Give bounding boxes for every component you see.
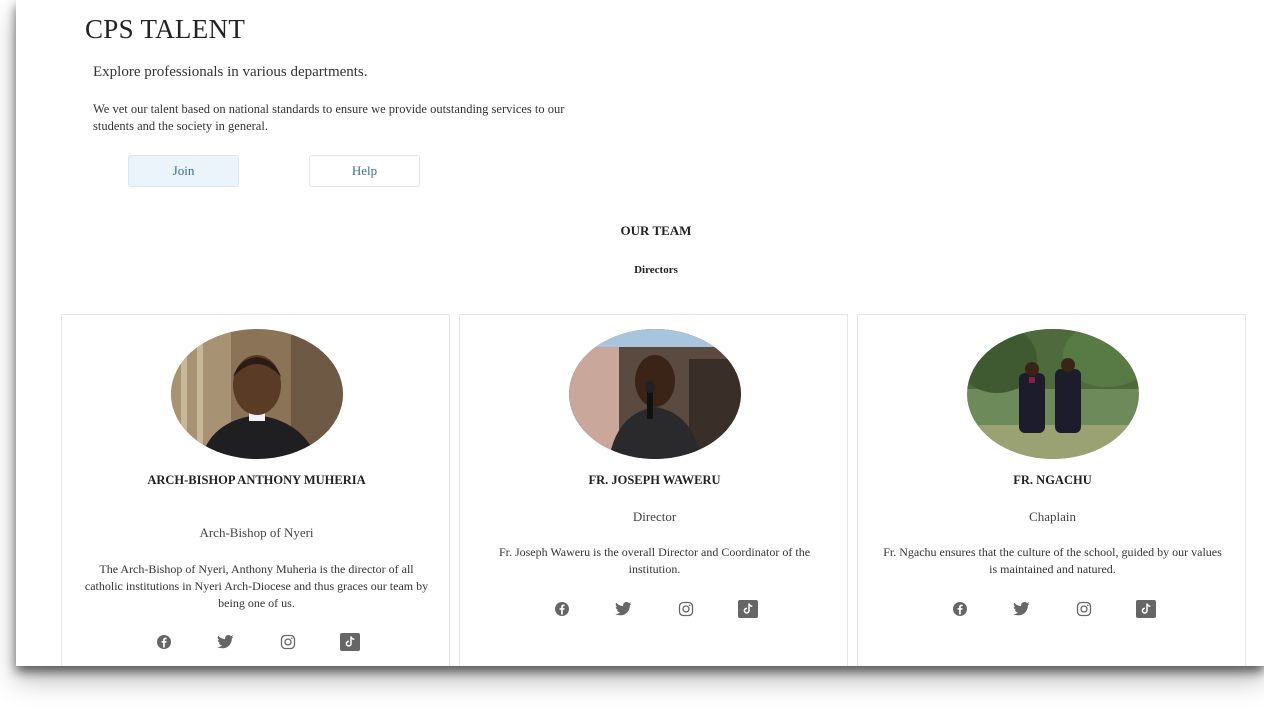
social-links	[858, 599, 1247, 619]
social-links	[460, 599, 849, 619]
twitter-icon[interactable]	[215, 632, 237, 652]
help-button[interactable]: Help	[309, 155, 420, 187]
avatar	[171, 329, 343, 459]
member-bio: The Arch-Bishop of Nyeri, Anthony Muheri…	[84, 562, 429, 610]
join-button[interactable]: Join	[128, 155, 239, 187]
member-role: Chaplain	[1029, 509, 1076, 524]
avatar-photo-joseph-waweru	[569, 329, 741, 459]
instagram-icon[interactable]	[1073, 599, 1095, 619]
page-frame: CPS TALENT Explore professionals in vari…	[16, 0, 1264, 666]
avatar-photo-ngachu	[967, 329, 1139, 459]
avatar-photo-archbishop	[171, 329, 343, 459]
member-name: FR. NGACHU	[1013, 473, 1092, 487]
twitter-icon[interactable]	[613, 599, 635, 619]
team-section-title: OUR TEAM	[620, 223, 692, 238]
tiktok-icon[interactable]	[339, 632, 361, 652]
intro-description: We vet our talent based on national stan…	[93, 102, 565, 133]
tiktok-icon[interactable]	[737, 599, 759, 619]
member-bio: Fr. Joseph Waweru is the overall Directo…	[498, 545, 811, 576]
member-name: FR. JOSEPH WAWERU	[588, 473, 721, 487]
social-links	[62, 632, 451, 652]
member-role: Director	[632, 509, 677, 524]
team-card: FR. NGACHU Chaplain Fr. Ngachu ensures t…	[857, 314, 1246, 666]
facebook-icon[interactable]	[153, 632, 175, 652]
instagram-icon[interactable]	[675, 599, 697, 619]
facebook-icon[interactable]	[949, 599, 971, 619]
member-bio: Fr. Ngachu ensures that the culture of t…	[883, 545, 1222, 576]
tagline: Explore professionals in various departm…	[93, 64, 368, 80]
avatar	[967, 329, 1139, 459]
team-card: FR. JOSEPH WAWERU Director Fr. Joseph Wa…	[459, 314, 848, 666]
member-role: Arch-Bishop of Nyeri	[199, 525, 314, 540]
twitter-icon[interactable]	[1011, 599, 1033, 619]
site-title: CPS TALENT	[85, 14, 246, 44]
facebook-icon[interactable]	[551, 599, 573, 619]
member-name: ARCH-BISHOP ANTHONY MUHERIA	[147, 473, 366, 487]
team-card: ARCH-BISHOP ANTHONY MUHERIA Arch-Bishop …	[61, 314, 450, 666]
instagram-icon[interactable]	[277, 632, 299, 652]
team-section-subtitle: Directors	[634, 264, 678, 276]
tiktok-icon[interactable]	[1135, 599, 1157, 619]
avatar	[569, 329, 741, 459]
